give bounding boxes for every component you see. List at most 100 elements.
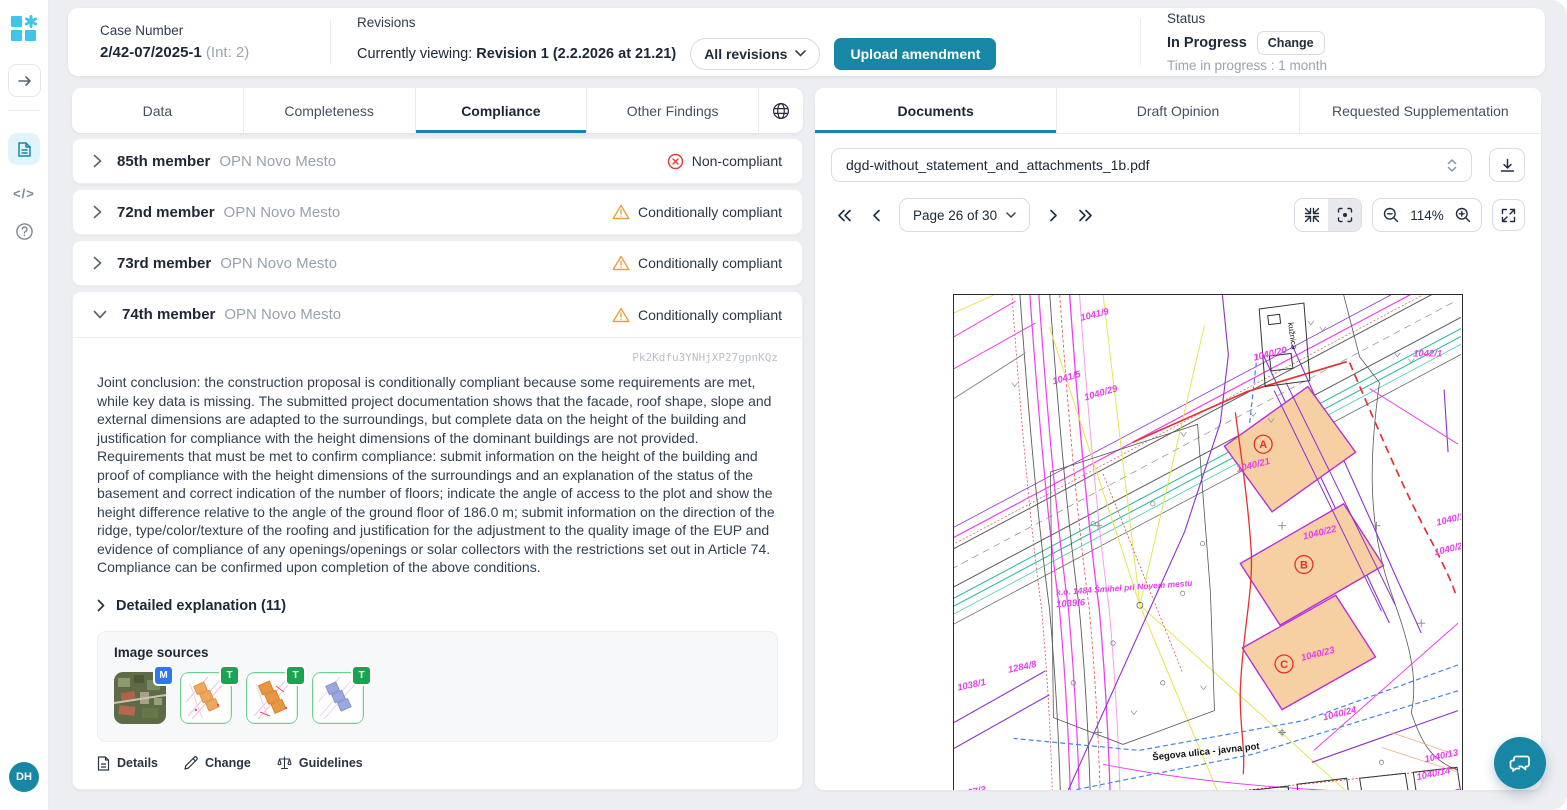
first-page-button[interactable] [831, 202, 857, 228]
documents-panel: Documents Draft Opinion Requested Supple… [815, 88, 1541, 790]
next-page-button[interactable] [1040, 202, 1066, 228]
tab-other-findings[interactable]: Other Findings [587, 88, 759, 133]
status-badge: Non-compliant [667, 153, 782, 170]
status-badge: Conditionally compliant [612, 204, 782, 220]
zoom-controls: 114% [1372, 198, 1482, 232]
tab-data[interactable]: Data [72, 88, 244, 133]
last-page-button[interactable] [1072, 202, 1098, 228]
expand-icon [1501, 208, 1516, 223]
map-building-c: C [1280, 659, 1288, 671]
guidelines-button[interactable]: Guidelines [277, 756, 363, 771]
zoom-in-icon[interactable] [1455, 207, 1471, 223]
tab-requested-supplementation[interactable]: Requested Supplementation [1300, 88, 1541, 133]
tab-compliance[interactable]: Compliance [416, 88, 588, 133]
image-sources-box: Image sources M T T [97, 631, 778, 742]
scales-icon [277, 756, 292, 770]
map-label: 1039/6 [1056, 597, 1086, 610]
document-select[interactable]: dgd-without_statement_and_attachments_1b… [831, 148, 1472, 182]
member-org: OPN Novo Mesto [219, 153, 336, 170]
status-badge: Conditionally compliant [612, 255, 782, 271]
map-label: 1042/1 [1413, 349, 1442, 360]
image-sources-label: Image sources [114, 645, 761, 660]
map-building-a: A [1259, 439, 1267, 451]
app-logo-icon [9, 14, 39, 44]
previous-page-button[interactable] [863, 202, 889, 228]
revisions-block: Revisions Currently viewing: Revision 1 … [331, 8, 1140, 76]
upload-amendment-button[interactable]: Upload amendment [834, 38, 996, 70]
download-icon [1500, 158, 1515, 173]
chevron-right-icon [93, 154, 102, 168]
currently-viewing-text: Currently viewing: Revision 1 (2.2.2026 … [357, 46, 676, 62]
detailed-explanation-toggle[interactable]: Detailed explanation (11) [97, 598, 778, 614]
sidebar-expand-button[interactable] [8, 64, 41, 97]
member-org: OPN Novo Mesto [224, 306, 341, 323]
chevron-right-icon [93, 205, 102, 219]
tab-documents[interactable]: Documents [815, 88, 1057, 133]
time-in-progress: Time in progress : 1 month [1167, 58, 1545, 73]
member-title: 72nd member [117, 204, 215, 221]
language-globe-button[interactable] [759, 88, 803, 133]
focus-mode-button[interactable] [1328, 199, 1361, 231]
download-button[interactable] [1489, 148, 1525, 182]
all-revisions-dropdown[interactable]: All revisions [690, 38, 820, 70]
fullscreen-button[interactable] [1492, 199, 1525, 231]
member-row-85[interactable]: 85th member OPN Novo Mesto Non-compliant [72, 138, 803, 184]
globe-icon [772, 102, 790, 120]
image-source-plan-thumbnail-1[interactable]: T [180, 672, 232, 724]
member-title: 85th member [117, 153, 210, 170]
case-number-internal: (Int: 2) [206, 44, 249, 61]
status-label: Status [1167, 11, 1545, 26]
app-window: </> DH Case Number 2/42-07/2025-1 (Int: … [0, 0, 1567, 810]
tab-draft-opinion[interactable]: Draft Opinion [1057, 88, 1299, 133]
select-updown-icon [1447, 158, 1457, 173]
zoom-out-icon[interactable] [1383, 207, 1399, 223]
sidebar-item-code[interactable]: </> [8, 179, 40, 207]
compliance-panel: Data Completeness Compliance Other Findi… [72, 88, 803, 790]
pdf-toolbar: Page 26 of 30 114% [831, 198, 1525, 232]
image-source-map-thumbnail[interactable]: M [114, 672, 166, 724]
fit-to-width-button[interactable] [1295, 199, 1328, 231]
sidebar-item-help[interactable] [8, 216, 40, 246]
case-number-value: 2/42-07/2025-1 (Int: 2) [100, 44, 330, 61]
case-header: Case Number 2/42-07/2025-1 (Int: 2) Revi… [68, 8, 1545, 76]
tab-completeness[interactable]: Completeness [244, 88, 416, 133]
non-compliant-icon [667, 153, 684, 170]
status-change-button[interactable]: Change [1257, 31, 1325, 55]
change-button[interactable]: Change [184, 756, 251, 771]
status-value: In Progress [1167, 35, 1247, 51]
right-tabbar: Documents Draft Opinion Requested Supple… [815, 88, 1541, 134]
chevron-right-icon [97, 599, 105, 612]
zoom-level: 114% [1408, 208, 1446, 223]
pdf-page-site-plan[interactable]: A B C 1041/9 1042/1 1041/5 1040/29 1040/… [953, 294, 1463, 790]
case-number-label: Case Number [100, 23, 330, 38]
case-number-block: Case Number 2/42-07/2025-1 (Int: 2) [68, 8, 330, 76]
sidebar-item-documents[interactable] [8, 133, 40, 165]
member-org: OPN Novo Mesto [220, 255, 337, 272]
site-plan-map: A B C 1041/9 1042/1 1041/5 1040/29 1040/… [954, 295, 1461, 790]
image-source-plan-thumbnail-2[interactable]: T [246, 672, 298, 724]
user-avatar[interactable]: DH [9, 762, 39, 792]
chevron-down-icon [93, 310, 107, 319]
chat-bubbles-icon [1508, 752, 1532, 774]
member-row-72[interactable]: 72nd member OPN Novo Mesto Conditionally… [72, 189, 803, 235]
details-button[interactable]: Details [97, 756, 158, 771]
member-74-footer: Details Change Guidelines [97, 756, 778, 771]
sidebar-divider [8, 110, 40, 111]
member-row-73[interactable]: 73rd member OPN Novo Mesto Conditionally… [72, 240, 803, 286]
source-badge-t: T [285, 665, 306, 686]
revisions-label: Revisions [357, 15, 1140, 30]
image-source-plan-thumbnail-3[interactable]: T [312, 672, 364, 724]
member-org: OPN Novo Mesto [224, 204, 341, 221]
joint-conclusion-text: Joint conclusion: the construction propo… [97, 373, 778, 577]
page-selector[interactable]: Page 26 of 30 [899, 198, 1030, 232]
sidebar: </> DH [0, 0, 49, 810]
chat-fab-button[interactable] [1494, 737, 1546, 789]
left-tabbar: Data Completeness Compliance Other Findi… [72, 88, 803, 133]
chevron-down-icon [1006, 212, 1016, 218]
revision-value: Revision 1 (2.2.2026 at 21.21) [476, 46, 676, 62]
source-badge-t: T [219, 665, 240, 686]
member-74-body: Pk2Kdfu3YNHjXP27gpnKQz Joint conclusion:… [73, 338, 802, 789]
pdf-viewer: dgd-without_statement_and_attachments_1b… [815, 134, 1541, 232]
member-row-74[interactable]: 74th member OPN Novo Mesto Conditionally… [73, 292, 802, 338]
finding-hash: Pk2Kdfu3YNHjXP27gpnKQz [97, 351, 778, 364]
